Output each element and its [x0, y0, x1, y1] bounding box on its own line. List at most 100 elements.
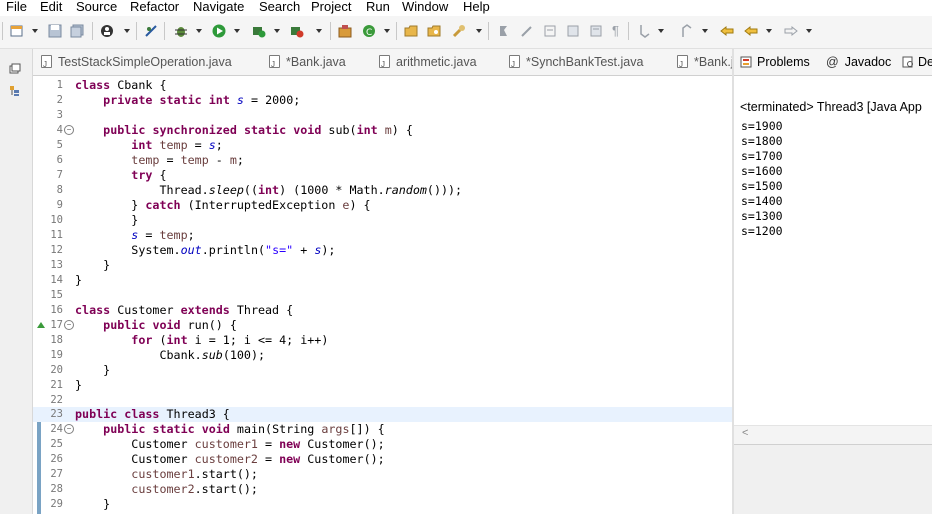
code-text: try {: [131, 168, 167, 182]
toggle-breadcrumb-icon[interactable]: [520, 24, 534, 38]
save-all-icon[interactable]: [70, 24, 84, 38]
last-edit-location-icon[interactable]: [720, 24, 734, 38]
open-type-icon[interactable]: [404, 24, 418, 38]
code-text: }: [75, 273, 83, 287]
line-number: 23: [50, 408, 63, 420]
code-line: 25 Customer customer1 = new Customer();: [33, 437, 732, 452]
line-number: 6: [56, 154, 63, 166]
code-line: 4− public synchronized static void sub(i…: [33, 123, 732, 138]
console-output-line: s=1300: [741, 209, 783, 223]
menu-project[interactable]: Project: [311, 0, 351, 14]
external-tools-dropdown-icon[interactable]: [316, 29, 322, 33]
menu-search[interactable]: Search: [259, 0, 300, 14]
menu-file[interactable]: File: [6, 0, 27, 14]
previous-annotation-icon[interactable]: [680, 24, 694, 38]
code-text: public void run() {: [103, 318, 237, 332]
next-annotation-dropdown-icon[interactable]: [658, 29, 664, 33]
coverage-dropdown-icon[interactable]: [274, 29, 280, 33]
pilcrow-icon[interactable]: ¶: [612, 24, 626, 38]
skip-breakpoints-icon[interactable]: [144, 24, 158, 38]
search-icon[interactable]: [452, 24, 466, 38]
console-output-line: s=1600: [741, 164, 783, 178]
views-tab-bar: Problems @ Javadoc De: [734, 49, 932, 76]
forward-dropdown-icon[interactable]: [806, 29, 812, 33]
tab-label: Javadoc: [844, 55, 892, 69]
menu-navigate[interactable]: Navigate: [193, 0, 244, 14]
tab-label: *Bank.j: [694, 55, 732, 69]
run-dropdown-icon[interactable]: [234, 29, 240, 33]
menu-refactor[interactable]: Refactor: [130, 0, 179, 14]
empty-area: [734, 445, 932, 514]
menu-help[interactable]: Help: [463, 0, 490, 14]
back-icon[interactable]: [744, 24, 758, 38]
java-file-icon: [677, 52, 688, 75]
tab-bank-2[interactable]: *Bank.j: [677, 49, 732, 75]
search-dropdown-icon[interactable]: [476, 29, 482, 33]
debug-dropdown-icon[interactable]: [196, 29, 202, 33]
next-annotation-icon[interactable]: [638, 24, 652, 38]
fold-toggle-icon[interactable]: −: [64, 424, 74, 434]
console-output-line: s=1800: [741, 134, 783, 148]
code-line: 3: [33, 108, 732, 123]
menu-run[interactable]: Run: [366, 0, 390, 14]
code-line: 2 private static int s = 2000;: [33, 93, 732, 108]
console-status: <terminated> Thread3 [Java App: [740, 100, 922, 114]
tab-problems[interactable]: Problems: [740, 49, 810, 75]
javadoc-icon: @: [826, 55, 839, 69]
back-dropdown-icon[interactable]: [766, 29, 772, 33]
code-line: 5 int temp = s;: [33, 138, 732, 153]
toggle-mark-occurrences-icon[interactable]: [497, 24, 511, 38]
line-number: 9: [56, 199, 63, 211]
menu-source[interactable]: Source: [76, 0, 117, 14]
current-code-line: 23 public class Thread3 {: [33, 407, 732, 422]
save-icon[interactable]: [48, 24, 62, 38]
restore-icon[interactable]: [9, 63, 21, 75]
console-horizontal-scrollbar[interactable]: <: [734, 425, 932, 444]
tab-label: De: [918, 55, 932, 69]
tab-bank[interactable]: *Bank.java: [269, 49, 346, 75]
new-icon[interactable]: [10, 24, 24, 38]
tab-label: arithmetic.java: [396, 55, 477, 69]
new-class-icon[interactable]: C: [362, 24, 376, 38]
code-text: public synchronized static void sub(int …: [103, 123, 413, 137]
external-tools-icon[interactable]: [290, 24, 304, 38]
code-line: 15: [33, 288, 732, 303]
console-view[interactable]: <terminated> Thread3 [Java App s=1900 s=…: [734, 76, 932, 445]
word-wrap-icon[interactable]: [566, 24, 580, 38]
coverage-icon[interactable]: [252, 24, 266, 38]
line-number: 27: [50, 468, 63, 480]
problems-icon: [740, 56, 752, 68]
package-explorer-icon[interactable]: [9, 85, 21, 97]
perspective-dropdown-icon[interactable]: [124, 29, 130, 33]
open-resource-icon[interactable]: [427, 24, 441, 38]
tab-teststacksimpleoperation[interactable]: TestStackSimpleOperation.java: [41, 49, 232, 75]
new-java-project-icon[interactable]: [338, 24, 352, 38]
code-line: 13 }: [33, 258, 732, 273]
tab-arithmetic[interactable]: arithmetic.java: [379, 49, 477, 75]
line-number: 17: [50, 319, 63, 331]
previous-annotation-dropdown-icon[interactable]: [702, 29, 708, 33]
java-file-icon: [41, 52, 52, 75]
fold-toggle-icon[interactable]: −: [64, 320, 74, 330]
debug-bug-icon[interactable]: [174, 24, 188, 38]
new-dropdown-icon[interactable]: [32, 29, 38, 33]
scroll-left-icon[interactable]: <: [742, 427, 748, 439]
line-number: 28: [50, 483, 63, 495]
svg-text:C: C: [366, 28, 372, 38]
tab-label: TestStackSimpleOperation.java: [58, 55, 232, 69]
code-editor[interactable]: 1 class Cbank { 2 private static int s = …: [33, 76, 732, 514]
show-whitespace-icon[interactable]: [589, 24, 603, 38]
run-icon[interactable]: [212, 24, 226, 38]
tab-javadoc[interactable]: @ Javadoc: [826, 49, 891, 75]
tab-declaration[interactable]: De: [902, 49, 932, 75]
line-number: 20: [50, 364, 63, 376]
debug-perspective-icon[interactable]: [100, 24, 114, 38]
tab-synchbanktest[interactable]: *SynchBankTest.java: [509, 49, 643, 75]
menu-edit[interactable]: Edit: [40, 0, 62, 14]
line-number: 18: [50, 334, 63, 346]
block-selection-icon[interactable]: [543, 24, 557, 38]
fold-toggle-icon[interactable]: −: [64, 125, 74, 135]
new-class-dropdown-icon[interactable]: [384, 29, 390, 33]
menu-window[interactable]: Window: [402, 0, 448, 14]
forward-icon[interactable]: [784, 24, 798, 38]
